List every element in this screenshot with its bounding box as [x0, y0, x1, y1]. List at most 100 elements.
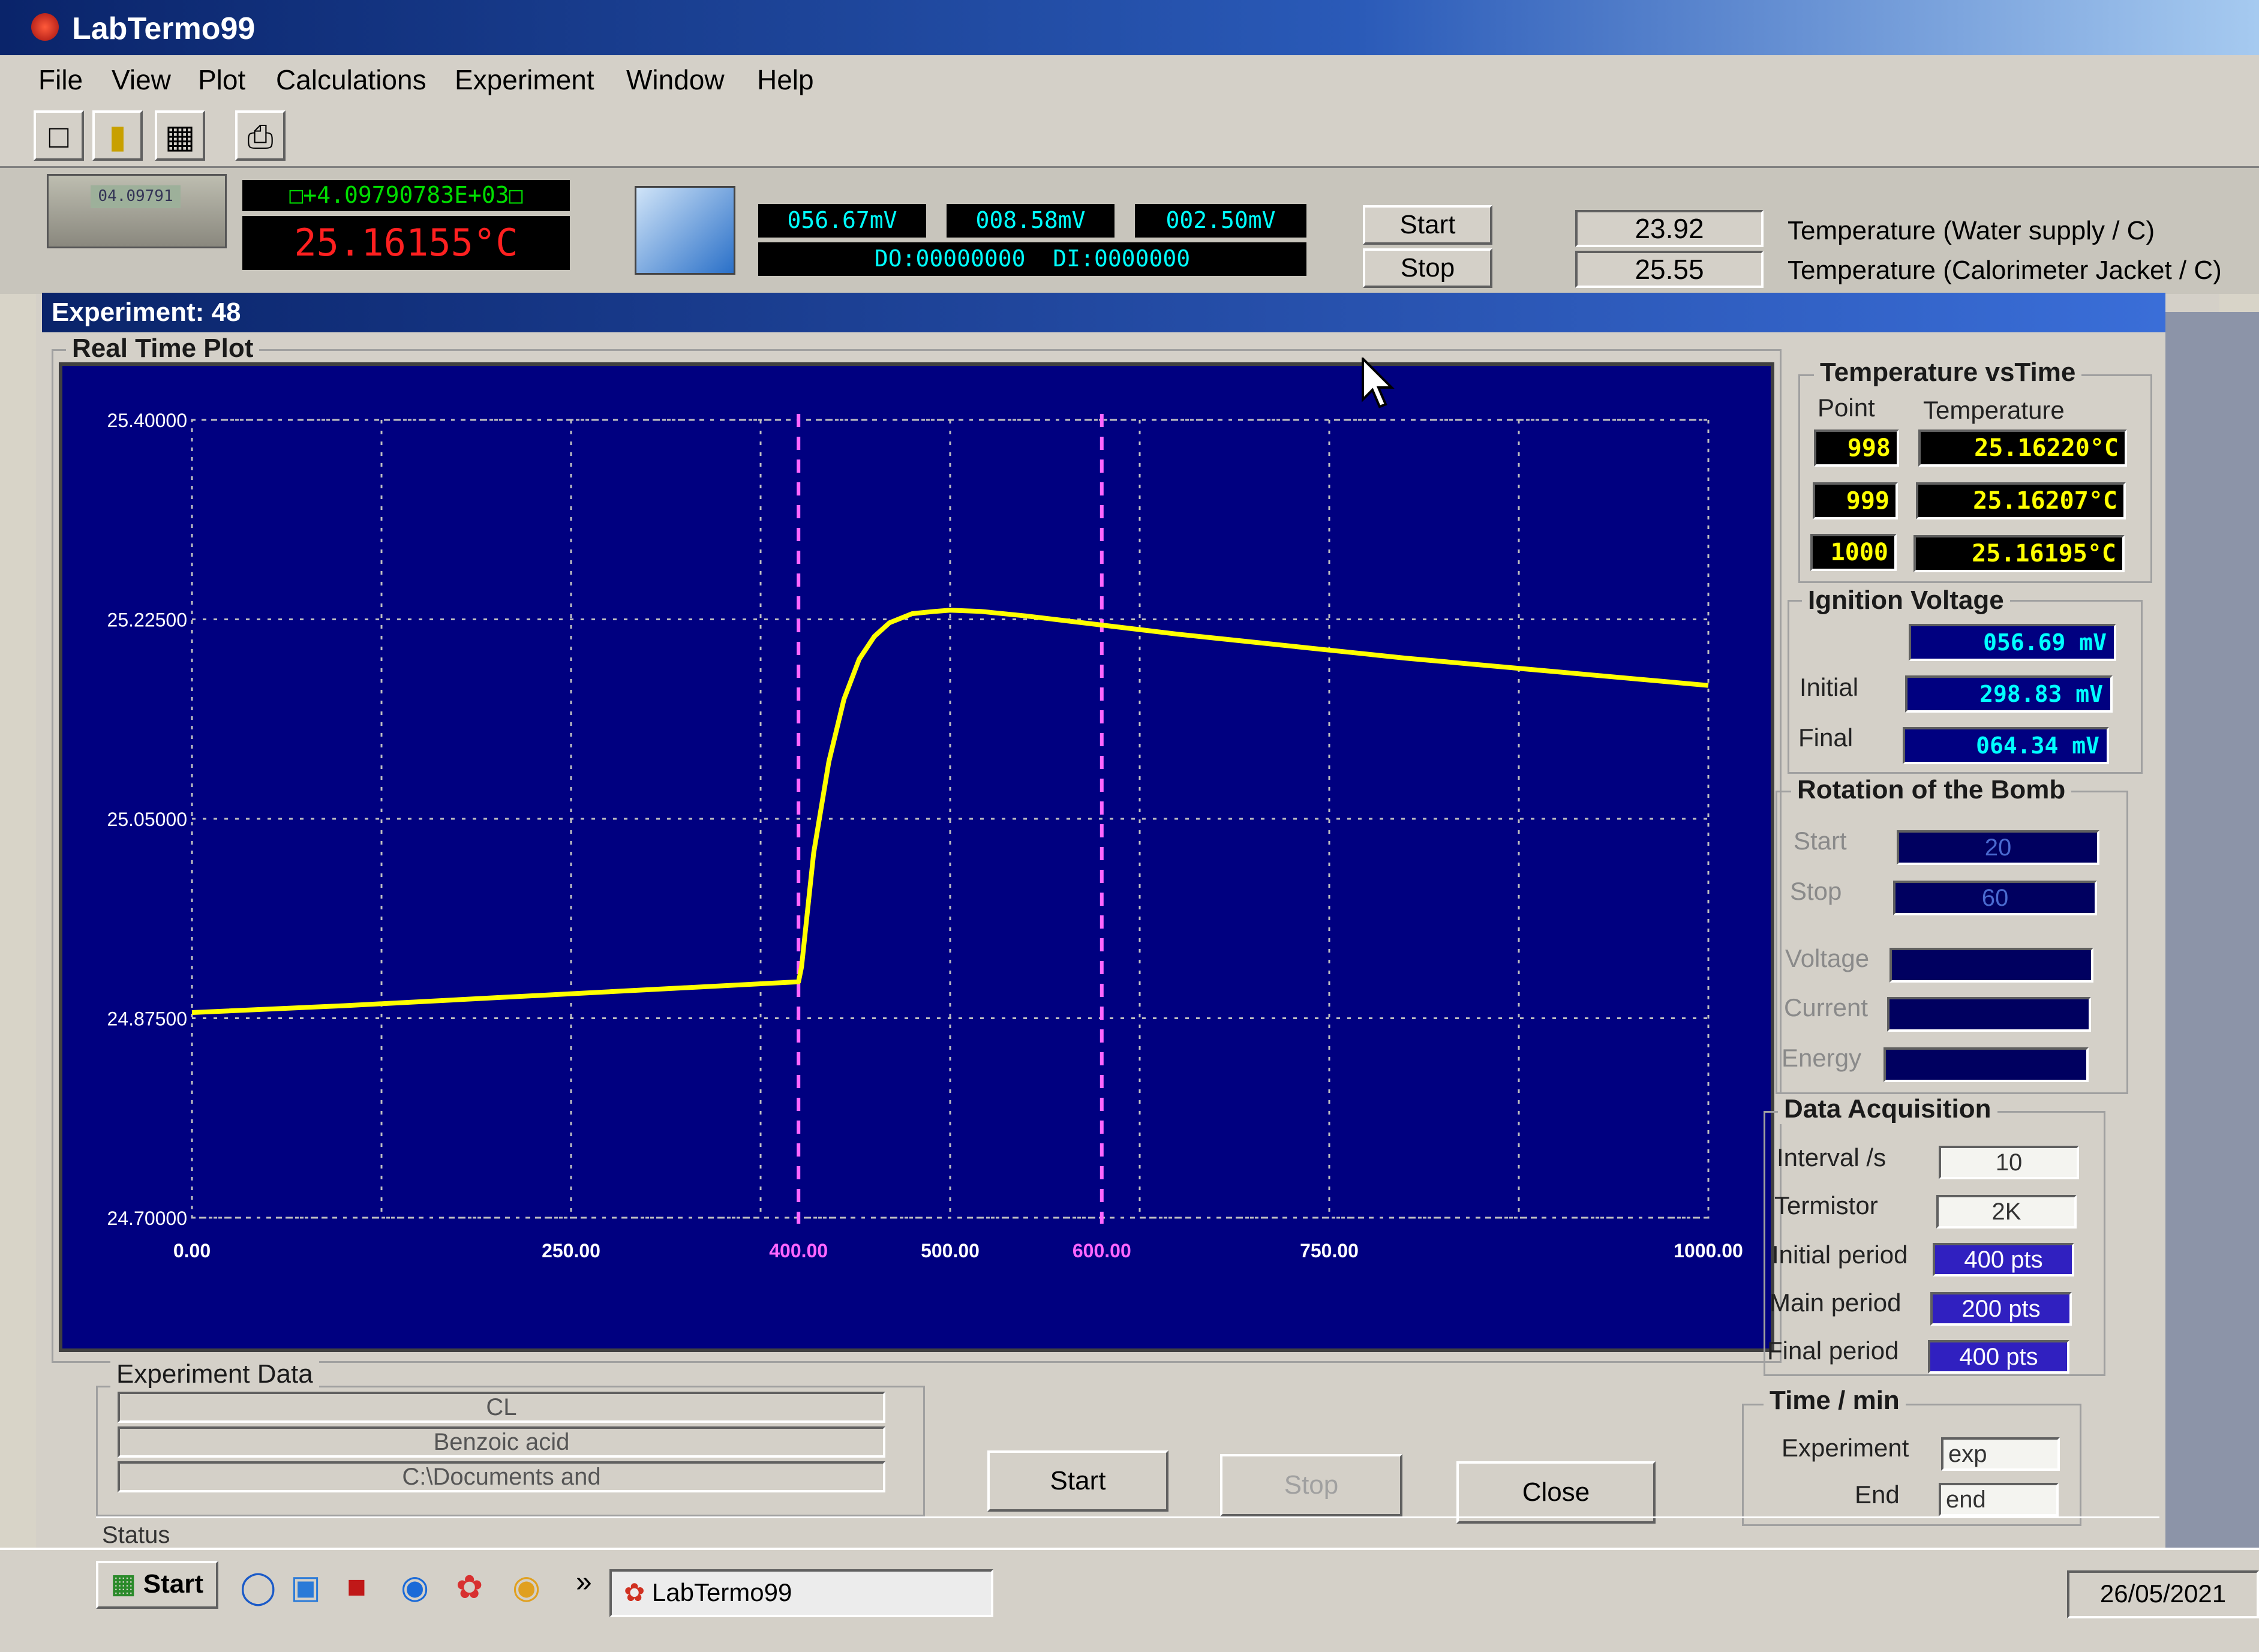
water-temp-value: 23.92 [1575, 210, 1764, 247]
start-menu-button[interactable]: ▦ Start [96, 1561, 218, 1609]
menu-help[interactable]: Help [757, 64, 814, 96]
water-temp-label: Temperature (Water supply / C) [1788, 216, 2155, 245]
point-999: 999 [1813, 482, 1898, 519]
media-player-icon[interactable]: ◉ [401, 1568, 429, 1606]
jacket-temp-value: 25.55 [1575, 251, 1764, 288]
rotation-energy-label: Energy [1782, 1044, 1862, 1072]
temperature-chart: 24.70000 24.87500 25.05000 25.22500 25.40000… [107, 410, 1743, 1261]
window-title: LabTermo99 [72, 11, 256, 46]
printer-icon: ⎙ [247, 119, 274, 155]
rotation-stop-label: Stop [1790, 877, 1842, 905]
temp-998: 25.16220°C [1918, 429, 2127, 467]
rotation-title: Rotation of the Bomb [1791, 775, 2072, 805]
voltage-2: 008.58mV [947, 204, 1115, 238]
desktop-icon[interactable]: ▣ [290, 1568, 321, 1606]
stop-button[interactable]: Stop [1220, 1454, 1402, 1516]
x-tick-label: 400.00 [769, 1240, 828, 1261]
point-1000: 1000 [1810, 534, 1897, 571]
main-period-label: Main period [1770, 1288, 1901, 1317]
time-end-label: End [1855, 1480, 1900, 1509]
instrument-start-button[interactable]: Start [1363, 205, 1492, 245]
status-label: Status [102, 1522, 170, 1548]
windows-logo-icon: ▦ [110, 1569, 136, 1599]
print-button[interactable]: ⎙ [235, 110, 286, 161]
initial-period-label: Initial period [1772, 1240, 1908, 1269]
rotation-voltage-field[interactable] [1889, 948, 2093, 983]
x-tick-label: 500.00 [921, 1240, 980, 1261]
toolbar: □ ▮ ▦ ⎙ [0, 104, 2259, 168]
main-period-field[interactable]: 200 pts [1930, 1292, 2072, 1326]
final-period-field[interactable]: 400 pts [1928, 1340, 2069, 1374]
x-tick-label: 1000.00 [1674, 1240, 1743, 1261]
new-file-icon: □ [49, 119, 69, 155]
experiment-data-title: Experiment Data [110, 1359, 319, 1389]
x-tick-label: 600.00 [1073, 1240, 1131, 1261]
menu-experiment[interactable]: Experiment [455, 64, 594, 96]
rotation-stop-field[interactable]: 60 [1893, 881, 2097, 915]
ignition-initial-label: Initial [1800, 673, 1859, 701]
status-bar: Status [96, 1516, 2159, 1550]
real-time-plot-title: Real Time Plot [66, 334, 260, 364]
menu-bar: File View Plot Calculations Experiment W… [0, 55, 2259, 104]
temp-1000: 25.16195°C [1913, 535, 2125, 572]
ignition-initial-value: 298.83 mV [1905, 675, 2113, 713]
close-button[interactable]: Close [1456, 1461, 1656, 1524]
temp-vs-time-title: Temperature vsTime [1814, 358, 2082, 388]
time-end-field[interactable]: end [1939, 1483, 2059, 1516]
point-column-header: Point [1818, 394, 1875, 422]
menu-plot[interactable]: Plot [198, 64, 245, 96]
time-title: Time / min [1764, 1386, 1906, 1416]
final-period-label: Final period [1767, 1336, 1899, 1365]
point-998: 998 [1814, 429, 1899, 467]
taskbar-labtermo-button[interactable]: ✿ LabTermo99 [609, 1569, 993, 1617]
y-tick-label: 24.70000 [107, 1208, 187, 1229]
experiment-data-field-2[interactable]: Benzoic acid [118, 1426, 885, 1458]
media-icon[interactable]: ■ [347, 1568, 367, 1605]
menu-view[interactable]: View [112, 64, 171, 96]
pdf-reader-icon[interactable]: ✿ [456, 1568, 483, 1606]
mouse-cursor-icon [1362, 358, 1395, 409]
time-experiment-label: Experiment [1782, 1434, 1909, 1462]
interval-field[interactable]: 10 [1939, 1146, 2079, 1179]
more-apps-chevron-icon[interactable]: » [576, 1566, 592, 1599]
interval-label: Interval /s [1777, 1143, 1886, 1172]
y-tick-label: 25.22500 [107, 609, 187, 631]
open-folder-icon: ▮ [109, 119, 127, 155]
x-tick-label: 750.00 [1300, 1240, 1359, 1261]
menu-window[interactable]: Window [626, 64, 725, 96]
initial-period-field[interactable]: 400 pts [1933, 1243, 2074, 1276]
ignition-final-label: Final [1798, 723, 1854, 752]
plot-area: 24.70000 24.87500 25.05000 25.22500 25.40000… [59, 362, 1774, 1352]
internet-explorer-icon[interactable]: ◯ [240, 1568, 276, 1606]
time-experiment-field[interactable]: exp [1941, 1437, 2060, 1471]
ignition-voltage-current: 056.69 mV [1909, 624, 2116, 661]
title-bar: LabTermo99 [0, 0, 2259, 55]
save-file-button[interactable]: ▦ [155, 110, 205, 161]
rotation-current-field[interactable] [1887, 997, 2091, 1032]
instrument-stop-button[interactable]: Stop [1363, 248, 1492, 288]
termistor-field[interactable]: 2K [1936, 1195, 2077, 1229]
new-file-button[interactable]: □ [34, 110, 84, 161]
workspace-background [2165, 312, 2259, 1548]
digital-io-readout: DO:00000000 DI:0000000 [758, 242, 1306, 276]
start-button[interactable]: Start [987, 1450, 1168, 1512]
termistor-label: Termistor [1774, 1191, 1878, 1220]
rotation-energy-field[interactable] [1883, 1047, 2089, 1082]
multimeter-display: 04.09791 [91, 185, 181, 208]
data-acquisition-title: Data Acquisition [1778, 1094, 1997, 1124]
meter-reading: □+4.09790783E+03□ [242, 180, 570, 211]
multimeter-icon: 04.09791 [47, 174, 227, 248]
jacket-temp-label: Temperature (Calorimeter Jacket / C) [1788, 256, 2222, 285]
start-menu-label: Start [143, 1569, 204, 1599]
taskbar-task-label: LabTermo99 [651, 1578, 792, 1606]
voltage-3: 002.50mV [1135, 204, 1306, 238]
menu-calculations[interactable]: Calculations [276, 64, 426, 96]
experiment-header: Experiment: 48 [42, 293, 2165, 332]
experiment-data-field-3[interactable]: C:\Documents and [118, 1461, 885, 1492]
experiment-data-field-1[interactable]: CL [118, 1392, 885, 1423]
chrome-icon[interactable]: ◉ [512, 1568, 540, 1606]
rotation-start-field[interactable]: 20 [1897, 830, 2099, 865]
menu-file[interactable]: File [38, 64, 83, 96]
y-tick-label: 25.40000 [107, 410, 187, 431]
open-file-button[interactable]: ▮ [92, 110, 143, 161]
